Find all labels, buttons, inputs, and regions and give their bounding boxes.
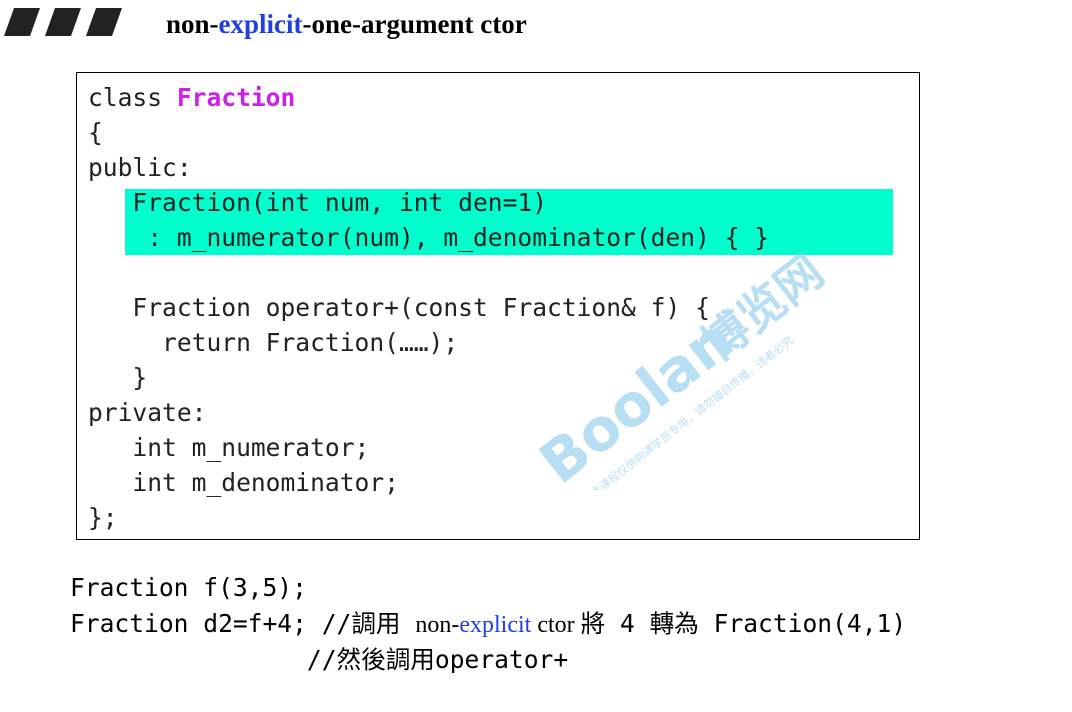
code-line-10: private: bbox=[88, 398, 207, 427]
code-line-8: return Fraction(……); bbox=[88, 328, 459, 357]
code-line-3: public: bbox=[88, 153, 192, 182]
title-bullet-marks-icon bbox=[4, 8, 122, 36]
class-keyword: class bbox=[88, 83, 177, 112]
code-line-2: { bbox=[88, 118, 103, 147]
code-line-7: Fraction operator+(const Fraction& f) { bbox=[88, 293, 710, 322]
title-keyword: explicit bbox=[218, 9, 303, 39]
code-line-9: } bbox=[88, 363, 148, 392]
usage-line-2-code: Fraction d2=f+4; //調用 bbox=[70, 609, 416, 638]
code-line-13: }; bbox=[88, 503, 118, 532]
page-title: non-explicit-one-argument ctor bbox=[166, 4, 527, 44]
code-line-11: int m_numerator; bbox=[88, 433, 370, 462]
code-line-1: class Fraction bbox=[88, 80, 769, 115]
class-name: Fraction bbox=[176, 83, 296, 112]
usage-line-1: Fraction f(3,5); bbox=[70, 573, 307, 602]
title-suffix: -one-argument ctor bbox=[302, 9, 527, 39]
usage-line-2: Fraction d2=f+4; //調用 non-explicit ctor … bbox=[70, 606, 906, 642]
code-line-12: int m_denominator; bbox=[88, 468, 399, 497]
usage-line-2-rest: 將 4 轉為 Fraction(4,1) bbox=[580, 609, 907, 638]
usage-code-block: Fraction f(3,5); Fraction d2=f+4; //調用 n… bbox=[70, 570, 906, 678]
title-prefix: non- bbox=[166, 9, 219, 39]
usage-ctor: ctor bbox=[531, 612, 581, 638]
class-code-block: class Fraction { public: Fraction(int nu… bbox=[88, 80, 769, 535]
usage-explicit: explicit bbox=[459, 612, 532, 638]
code-line-4: Fraction(int num, int den=1) bbox=[88, 188, 548, 217]
usage-non: non- bbox=[415, 612, 460, 638]
code-line-5: : m_numerator(num), m_denominator(den) {… bbox=[88, 223, 770, 252]
usage-line-3: //然後調用operator+ bbox=[70, 645, 569, 674]
